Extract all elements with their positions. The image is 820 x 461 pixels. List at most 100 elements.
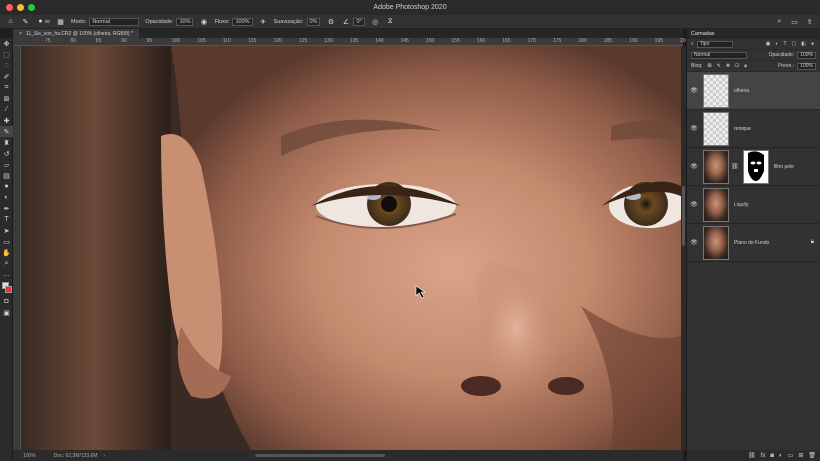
status-menu-icon[interactable]: ›: [103, 453, 105, 459]
angle-field[interactable]: 0°: [353, 17, 365, 26]
brush-size-value: 90: [45, 19, 51, 24]
visibility-eye-icon[interactable]: 👁︎: [687, 87, 701, 94]
history-brush-tool-icon[interactable]: ↺: [0, 148, 13, 159]
lock-position-icon[interactable]: ✥: [726, 63, 730, 69]
doc-info[interactable]: Doc: 62,3M/133,6M: [54, 453, 98, 459]
smoothing-field[interactable]: 0%: [306, 17, 321, 26]
lock-artboard-icon[interactable]: ⊡: [735, 63, 739, 69]
crop-tool-icon[interactable]: ⌗: [0, 82, 13, 93]
filter-type-icon[interactable]: T: [783, 41, 786, 47]
color-swatches-icon[interactable]: [0, 280, 13, 296]
workspace-icon[interactable]: ▭: [790, 17, 799, 26]
opacity-field[interactable]: 10%: [176, 17, 194, 26]
vertical-ruler: [13, 46, 21, 450]
gradient-tool-icon[interactable]: ▤: [0, 170, 13, 181]
lasso-tool-icon[interactable]: ◌: [0, 60, 13, 71]
visibility-eye-icon[interactable]: 👁︎: [687, 201, 701, 208]
hand-tool-icon[interactable]: ✋: [0, 247, 13, 258]
brush-preset-picker[interactable]: ● 90: [36, 17, 50, 26]
blur-tool-icon[interactable]: ●: [0, 181, 13, 192]
lock-all-icon[interactable]: 🔒︎: [744, 63, 747, 69]
layer-style-icon[interactable]: fx: [761, 453, 766, 459]
frame-tool-icon[interactable]: ⊠: [0, 93, 13, 104]
tab-close-icon[interactable]: ×: [19, 31, 22, 37]
scroll-thumb[interactable]: [682, 186, 685, 246]
layer-row-liquify[interactable]: 👁︎ Liquify: [687, 186, 820, 224]
filter-kind-select[interactable]: Tipo: [696, 40, 733, 48]
visibility-eye-icon[interactable]: 👁︎: [687, 125, 701, 132]
pressure-opacity-icon[interactable]: ◉: [199, 17, 208, 26]
brush-tool-icon[interactable]: ✎: [0, 126, 13, 137]
layers-panel-footer: ⛓︎ fx ◙ ◐ ▭ ⊞ 🗑︎: [687, 450, 820, 461]
mode-select[interactable]: Normal: [89, 17, 140, 26]
symmetry-icon[interactable]: ⧖: [386, 17, 395, 26]
adjustment-layer-icon[interactable]: ◐: [779, 453, 783, 459]
eraser-tool-icon[interactable]: ▱: [0, 159, 13, 170]
search-icon[interactable]: ⌕: [775, 17, 784, 26]
home-icon[interactable]: ⌂: [6, 17, 15, 26]
ruler-tick-label: 110: [222, 38, 231, 44]
more-tools-icon[interactable]: …: [0, 269, 13, 280]
path-selection-tool-icon[interactable]: ➤: [0, 225, 13, 236]
rectangle-tool-icon[interactable]: ▭: [0, 236, 13, 247]
share-icon[interactable]: ⇪: [805, 17, 814, 26]
add-mask-icon[interactable]: ◙: [770, 453, 774, 459]
layer-name[interactable]: filtro pele: [774, 164, 794, 170]
layer-opacity-field[interactable]: 100%: [797, 51, 816, 59]
type-tool-icon[interactable]: T: [0, 214, 13, 225]
marquee-tool-icon[interactable]: ⬚: [0, 49, 13, 60]
lock-pixels-icon[interactable]: ✎: [717, 63, 721, 69]
filter-shape-icon[interactable]: ▢: [792, 41, 797, 47]
eyedropper-tool-icon[interactable]: ⁄: [0, 104, 13, 115]
document-tab[interactable]: × 11_Sis_von_ha.CR2 @ 100% (olheira, RGB…: [13, 29, 139, 38]
layer-name[interactable]: olheira: [734, 88, 749, 94]
flow-label: Fluxo:: [214, 18, 230, 25]
brush-settings-icon[interactable]: ▦: [56, 17, 65, 26]
flow-field[interactable]: 100%: [232, 17, 253, 26]
pressure-size-icon[interactable]: ◎: [371, 17, 380, 26]
filter-smart-object-icon[interactable]: ◧: [801, 41, 806, 47]
layer-row-plano-de-fundo[interactable]: 👁︎ Plano de Fundo 🔒︎: [687, 224, 820, 262]
layer-row-retoque[interactable]: 👁︎ retoque: [687, 110, 820, 148]
brush-tool-icon[interactable]: ✎: [21, 17, 30, 26]
fill-field[interactable]: 100%: [797, 62, 816, 70]
screen-mode-icon[interactable]: ▣: [0, 307, 13, 318]
layer-name[interactable]: Plano de Fundo: [734, 240, 769, 246]
pen-tool-icon[interactable]: ✒: [0, 203, 13, 214]
delete-layer-icon[interactable]: 🗑︎: [808, 452, 816, 459]
clone-stamp-tool-icon[interactable]: ♜: [0, 137, 13, 148]
zoom-tool-icon[interactable]: ⌕: [0, 258, 13, 269]
filter-adjustment-icon[interactable]: ◐: [775, 41, 778, 47]
filter-toggle-icon[interactable]: ●: [811, 41, 814, 47]
zoom-level[interactable]: 100%: [23, 453, 36, 459]
healing-brush-tool-icon[interactable]: ✚: [0, 115, 13, 126]
document-canvas[interactable]: [21, 46, 681, 450]
visibility-eye-icon[interactable]: 👁︎: [687, 239, 701, 246]
tab-layers[interactable]: Camadas: [691, 31, 715, 37]
quick-selection-tool-icon[interactable]: ✐: [0, 71, 13, 82]
layer-thumbnail: [703, 149, 729, 184]
layer-row-olheira[interactable]: 👁︎ olheira: [687, 72, 820, 110]
new-group-icon[interactable]: ▭: [788, 452, 794, 459]
lock-fill-row: Bloq: ⊠ ✎ ✥ ⊡ 🔒︎ Preen.: 100%: [687, 61, 820, 72]
lock-transparency-icon[interactable]: ⊠: [707, 63, 711, 69]
quick-mask-icon[interactable]: ◘: [0, 296, 13, 307]
move-tool-icon[interactable]: ✥: [0, 38, 13, 49]
filter-pixel-icon[interactable]: ▣: [766, 41, 771, 47]
blend-mode-select[interactable]: Normal: [691, 51, 747, 59]
dodge-tool-icon[interactable]: ◐: [0, 192, 13, 203]
layer-name[interactable]: Liquify: [734, 202, 748, 208]
airbrush-icon[interactable]: ✈: [259, 17, 268, 26]
ruler-tick-label: 80: [70, 38, 76, 44]
fill-value: 100%: [800, 63, 813, 69]
lock-label: Bloq:: [691, 63, 703, 69]
horizontal-scrollbar[interactable]: [255, 454, 386, 457]
smoothing-options-icon[interactable]: ⚙: [326, 17, 335, 26]
layer-row-filtro-pele[interactable]: 👁︎ ⛓︎ filtro pele: [687, 148, 820, 186]
visibility-eye-icon[interactable]: 👁︎: [687, 163, 701, 170]
new-layer-icon[interactable]: ⊞: [798, 452, 803, 459]
layer-mask-thumbnail[interactable]: [742, 149, 769, 184]
mask-link-icon[interactable]: ⛓︎: [731, 163, 739, 170]
link-layers-icon[interactable]: ⛓︎: [748, 452, 756, 459]
layer-name[interactable]: retoque: [734, 126, 751, 132]
